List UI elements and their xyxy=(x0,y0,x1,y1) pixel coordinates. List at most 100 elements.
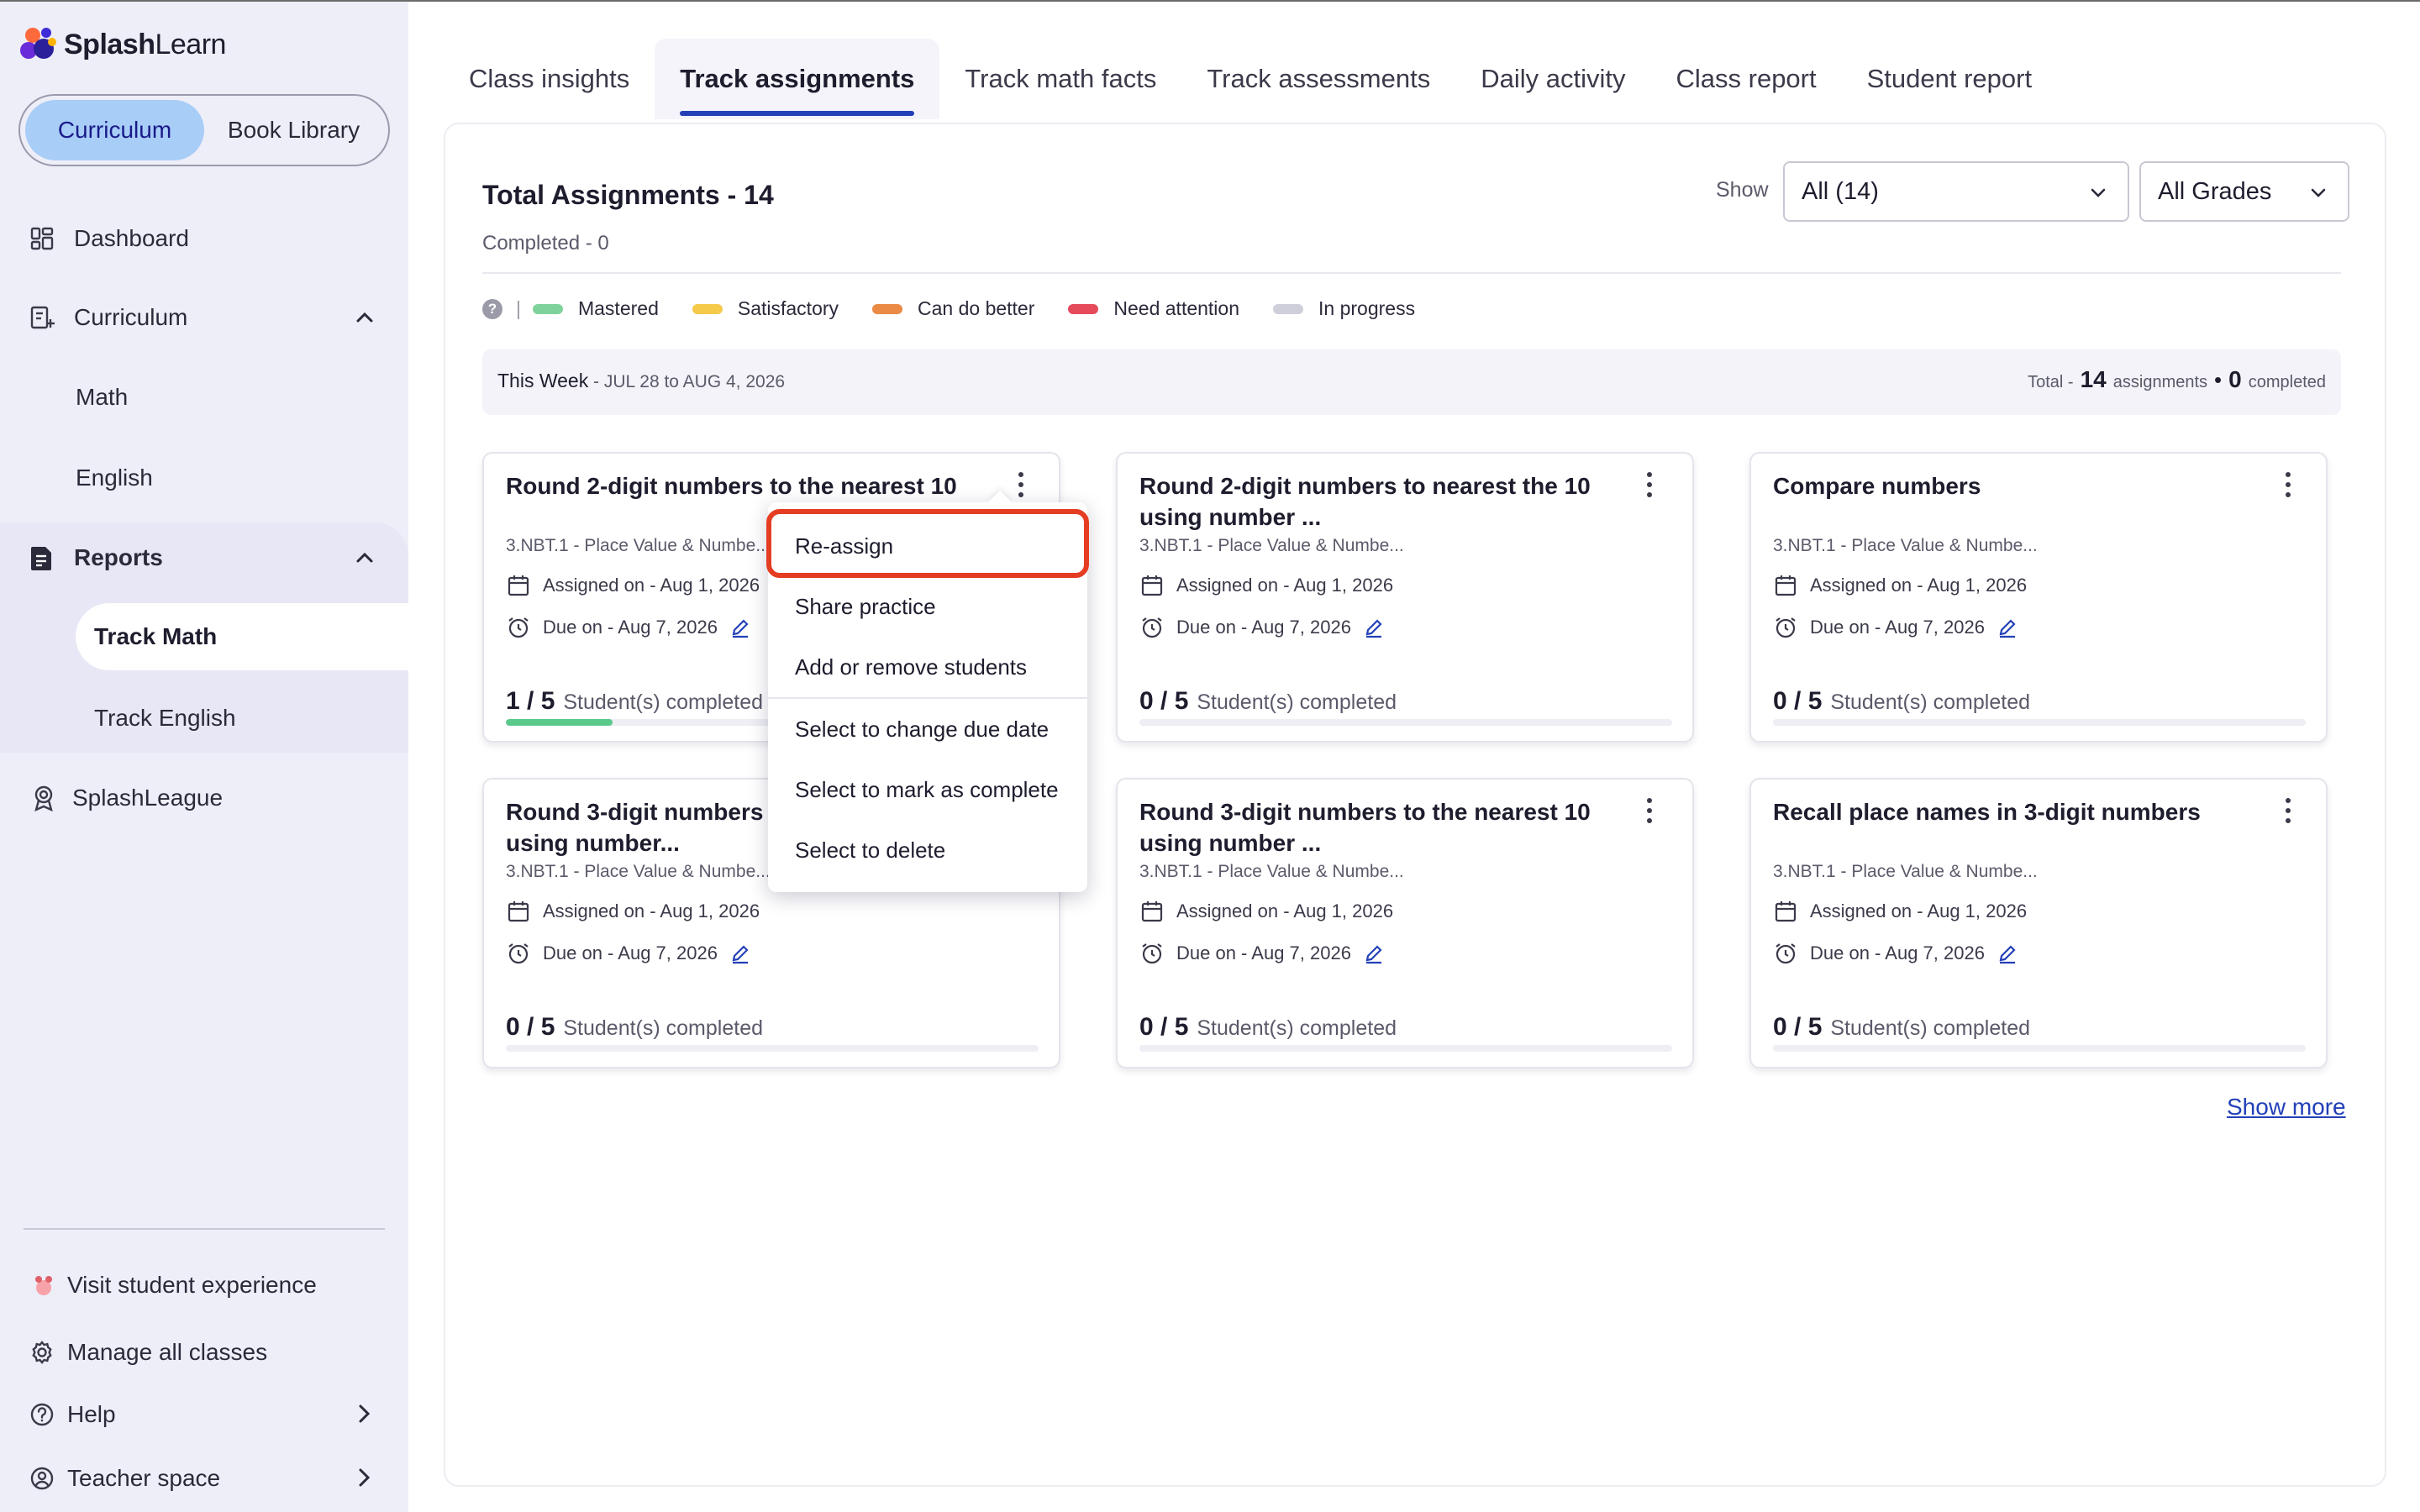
assignment-card[interactable]: Compare numbers 3.NBT.1 - Place Value & … xyxy=(1749,452,2328,743)
report-tabs: Class insights Track assignments Track m… xyxy=(444,39,2057,123)
assignment-standard: 3.NBT.1 - Place Value & Numbe... xyxy=(1773,862,2038,881)
menu-item-change-due-date[interactable]: Select to change due date xyxy=(768,699,1087,759)
chevron-up-icon xyxy=(356,312,373,323)
completion-count: 0 / 5 xyxy=(1139,1013,1189,1041)
tab-track-assignments[interactable]: Track assignments xyxy=(655,39,940,119)
assigned-date: Assigned on - Aug 1, 2026 xyxy=(543,575,760,596)
tab-class-insights[interactable]: Class insights xyxy=(444,39,655,119)
sidebar-item-track-math[interactable]: Track Math xyxy=(76,603,408,670)
chevron-right-icon xyxy=(359,1404,371,1423)
completion-summary: 0 / 5 Student(s) completed xyxy=(1773,687,2030,716)
menu-item-mark-complete[interactable]: Select to mark as complete xyxy=(768,759,1087,820)
week-date-range: - JUL 28 to AUG 4, 2026 xyxy=(588,372,786,391)
menu-item-delete[interactable]: Select to delete xyxy=(768,820,1087,880)
sidebar-item-label: Reports xyxy=(74,544,163,570)
more-options-icon[interactable] xyxy=(2282,798,2294,823)
due-date-row: Due on - Aug 7, 2026 xyxy=(1139,615,1385,640)
completion-count: 0 / 5 xyxy=(506,1013,555,1041)
assignment-card[interactable]: Recall place names in 3-digit numbers 3.… xyxy=(1749,778,2328,1068)
segment-curriculum[interactable]: Curriculum xyxy=(25,100,204,160)
sidebar-item-track-english[interactable]: Track English xyxy=(94,689,236,748)
edit-pencil-icon[interactable] xyxy=(729,617,751,638)
due-date: Due on - Aug 7, 2026 xyxy=(1810,942,1985,963)
assignments-panel: Total Assignments - 14 Completed - 0 Sho… xyxy=(444,123,2386,1487)
assignment-filter-dropdown[interactable]: All (14) xyxy=(1783,161,2129,222)
edit-pencil-icon[interactable] xyxy=(1996,942,2018,964)
bottom-item-label: Teacher space xyxy=(67,1465,221,1491)
segment-book-library[interactable]: Book Library xyxy=(204,100,383,160)
legend-label: Need attention xyxy=(1113,297,1240,319)
assignment-card[interactable]: Round 2-digit numbers to nearest the 10 … xyxy=(1116,452,1694,743)
assignment-title: Compare numbers xyxy=(1773,473,1981,499)
alarm-clock-icon xyxy=(1773,615,1798,640)
completion-count: 0 / 5 xyxy=(1139,687,1189,715)
calendar-icon xyxy=(1139,573,1165,598)
sidebar-item-math[interactable]: Math xyxy=(76,368,128,427)
due-date-row: Due on - Aug 7, 2026 xyxy=(506,615,751,640)
tab-student-report[interactable]: Student report xyxy=(1842,39,2057,119)
edit-pencil-icon[interactable] xyxy=(1996,617,2018,638)
chevron-down-icon xyxy=(2091,188,2106,197)
edit-pencil-icon[interactable] xyxy=(729,942,751,964)
completion-summary: 0 / 5 Student(s) completed xyxy=(1139,687,1397,716)
logo-text: SplashLearn xyxy=(64,28,226,60)
alarm-clock-icon xyxy=(506,615,531,640)
due-date: Due on - Aug 7, 2026 xyxy=(1810,617,1985,638)
menu-item-reassign[interactable]: Re-assign xyxy=(768,516,1087,576)
more-options-icon[interactable] xyxy=(1644,798,1655,823)
gear-icon xyxy=(29,1339,55,1366)
more-options-icon[interactable] xyxy=(2282,472,2294,497)
edit-pencil-icon[interactable] xyxy=(1363,942,1385,964)
manage-all-classes[interactable]: Manage all classes xyxy=(0,1327,408,1378)
completion-label: Student(s) completed xyxy=(1197,690,1397,714)
week-totals: Total - 14 assignments • 0 completed xyxy=(2028,366,2326,393)
sidebar-item-reports[interactable]: Reports xyxy=(0,524,408,591)
panel-divider xyxy=(482,272,2341,274)
legend-label: Mastered xyxy=(577,297,659,319)
sidebar-item-curriculum[interactable]: Curriculum xyxy=(0,284,408,351)
assigned-date-row: Assigned on - Aug 1, 2026 xyxy=(1139,573,1393,598)
help-item[interactable]: Help xyxy=(0,1389,408,1440)
total-suffix: assignments xyxy=(2112,373,2208,391)
show-more-link[interactable]: Show more xyxy=(2227,1094,2346,1121)
teacher-space-item[interactable]: Teacher space xyxy=(0,1453,408,1504)
assignment-standard: 3.NBT.1 - Place Value & Numbe... xyxy=(1139,862,1404,881)
curriculum-icon xyxy=(27,302,57,333)
assignment-title: Round 2-digit numbers to nearest the 10 … xyxy=(1139,473,1591,530)
assigned-date-row: Assigned on - Aug 1, 2026 xyxy=(1139,899,1393,924)
grade-filter-dropdown[interactable]: All Grades xyxy=(2139,161,2349,222)
menu-item-add-remove-students[interactable]: Add or remove students xyxy=(768,637,1087,697)
assignment-title: Recall place names in 3-digit numbers xyxy=(1773,799,2201,825)
more-options-icon[interactable] xyxy=(1644,472,1655,497)
sidebar-item-dashboard[interactable]: Dashboard xyxy=(0,205,408,272)
tab-daily-activity[interactable]: Daily activity xyxy=(1455,39,1650,119)
teacher-icon xyxy=(29,1465,55,1492)
sidebar-divider xyxy=(24,1228,385,1230)
visit-student-experience[interactable]: Visit student experience xyxy=(0,1260,408,1310)
assigned-date: Assigned on - Aug 1, 2026 xyxy=(1810,900,2028,921)
edit-pencil-icon[interactable] xyxy=(1363,617,1385,638)
assignment-options-menu: Re-assign Share practice Add or remove s… xyxy=(768,502,1087,892)
more-options-icon[interactable] xyxy=(1015,472,1027,497)
assignment-standard: 3.NBT.1 - Place Value & Numbe... xyxy=(1773,536,2038,555)
legend-swatch-need-attention xyxy=(1068,303,1099,314)
chevron-up-icon xyxy=(356,552,373,563)
legend-help-icon[interactable]: ? xyxy=(482,298,502,319)
menu-item-share-practice[interactable]: Share practice xyxy=(768,576,1087,637)
completed-count-value: 0 xyxy=(2228,366,2242,392)
sidebar-item-english[interactable]: English xyxy=(76,449,153,507)
student-icon xyxy=(30,1272,57,1299)
completed-suffix: completed xyxy=(2248,373,2326,391)
league-icon xyxy=(29,783,59,813)
tab-class-report[interactable]: Class report xyxy=(1651,39,1842,119)
assignment-card[interactable]: Round 3-digit numbers to the nearest 10 … xyxy=(1116,778,1694,1068)
show-label: Show xyxy=(1716,178,1769,202)
tab-track-assessments[interactable]: Track assessments xyxy=(1181,39,1455,119)
sidebar-item-splashleague[interactable]: SplashLeague xyxy=(0,764,408,832)
tab-track-math-facts[interactable]: Track math facts xyxy=(939,39,1181,119)
completion-count: 0 / 5 xyxy=(1773,687,1823,715)
assigned-date-row: Assigned on - Aug 1, 2026 xyxy=(506,573,760,598)
assignment-filter-value: All (14) xyxy=(1802,177,1879,205)
due-date: Due on - Aug 7, 2026 xyxy=(1176,617,1351,638)
splashlearn-logo[interactable]: SplashLearn xyxy=(18,25,226,64)
